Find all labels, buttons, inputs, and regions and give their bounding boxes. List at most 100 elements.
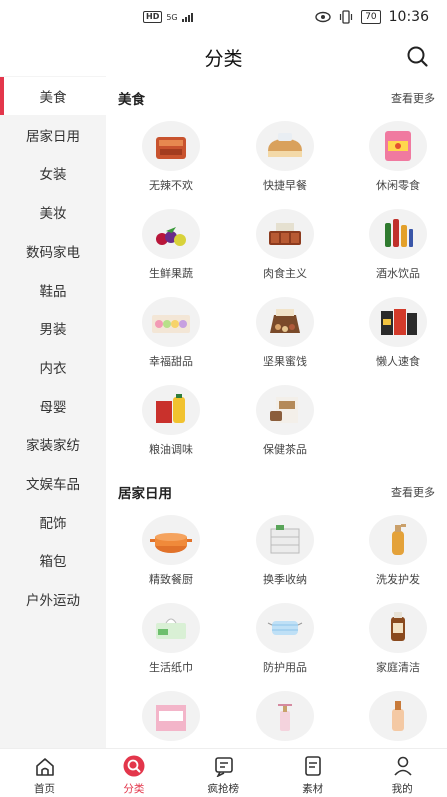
category-item[interactable]: 坚果蜜饯 <box>235 297 335 377</box>
drinks-icon <box>369 209 427 259</box>
category-label: 坚果蜜饯 <box>263 355 307 368</box>
nav-item[interactable]: 分类 <box>89 755 178 795</box>
sidebar-item[interactable]: 美食 <box>0 77 106 115</box>
category-item[interactable]: 无辣不欢 <box>121 121 221 201</box>
tea-icon <box>256 385 314 435</box>
spicy-snack-icon <box>142 121 200 171</box>
sidebar-item[interactable]: 鞋品 <box>0 271 106 309</box>
category-item[interactable]: 酒水饮品 <box>348 209 447 289</box>
nav-item[interactable]: 疯抢榜 <box>179 755 268 795</box>
category-item[interactable]: 肉食主义 <box>235 209 335 289</box>
nav-label: 我的 <box>391 783 413 795</box>
sidebar-item-label: 配饰 <box>39 515 67 532</box>
sidebar-item[interactable]: 家装家纺 <box>0 425 106 463</box>
ranking-icon <box>213 755 235 778</box>
battery-indicator: 70 <box>361 10 381 24</box>
sidebar-item-label: 母婴 <box>39 399 67 416</box>
search-button[interactable] <box>405 44 431 70</box>
home-icon <box>34 755 56 777</box>
sidebar-item[interactable]: 母婴 <box>0 387 106 425</box>
sidebar-item[interactable]: 男装 <box>0 309 106 347</box>
oil-rice-icon <box>142 385 200 435</box>
nav-item[interactable]: 首页 <box>0 755 89 795</box>
category-label: 无辣不欢 <box>149 179 193 192</box>
macaron-icon <box>142 297 200 347</box>
pad-icon <box>142 691 200 741</box>
cleaner-icon <box>369 603 427 653</box>
sidebar-item[interactable]: 配饰 <box>0 503 106 541</box>
sidebar-item[interactable]: 文娱车品 <box>0 464 106 502</box>
category-item[interactable]: 换季收纳 <box>235 515 335 595</box>
category-label: 粮油调味 <box>149 443 193 456</box>
category-label: 休闲零食 <box>376 179 420 192</box>
category-item[interactable]: 快捷早餐 <box>235 121 335 201</box>
snack-bag-icon <box>369 121 427 171</box>
see-more-link[interactable]: 查看更多 <box>391 484 435 500</box>
clock: 10:36 <box>388 9 429 25</box>
category-item[interactable] <box>348 691 447 748</box>
category-label: 换季收纳 <box>263 573 307 586</box>
category-label: 酒水饮品 <box>376 267 420 280</box>
sidebar-item-label: 女装 <box>39 167 67 184</box>
status-bar: HD 5G 70 10:36 <box>0 0 447 38</box>
category-label: 生活纸巾 <box>149 661 193 674</box>
category-label: 精致餐厨 <box>149 573 193 586</box>
category-item[interactable]: 生鲜果蔬 <box>121 209 221 289</box>
nav-item[interactable]: 素材 <box>268 755 357 795</box>
category-label: 幸福甜品 <box>149 355 193 368</box>
sidebar-item[interactable]: 居家日用 <box>0 116 106 154</box>
nav-item[interactable]: 我的 <box>358 755 447 795</box>
category-icon <box>123 755 145 777</box>
nav-label: 分类 <box>123 783 145 795</box>
search-icon <box>407 46 428 67</box>
category-item[interactable]: 防护用品 <box>235 603 335 683</box>
sidebar-item-label: 美食 <box>39 90 67 106</box>
sidebar-item[interactable]: 美妆 <box>0 193 106 231</box>
category-item[interactable]: 生活纸巾 <box>121 603 221 683</box>
fruit-icon <box>142 209 200 259</box>
storage-box-icon <box>256 515 314 565</box>
category-item[interactable]: 幸福甜品 <box>121 297 221 377</box>
sidebar-item[interactable]: 箱包 <box>0 541 106 579</box>
category-label: 洗发护发 <box>376 573 420 586</box>
category-item[interactable]: 家庭清洁 <box>348 603 447 683</box>
lotion-icon <box>369 691 427 741</box>
sidebar-item-label: 户外运动 <box>26 593 80 610</box>
category-item[interactable]: 休闲零食 <box>348 121 447 201</box>
vibrate-icon <box>340 10 353 24</box>
header: 分类 <box>0 38 447 76</box>
sidebar-item[interactable]: 数码家电 <box>0 232 106 270</box>
bottom-nav: 首页 分类 疯抢榜 素材 我的 <box>0 748 447 797</box>
sidebar-item[interactable]: 内衣 <box>0 348 106 386</box>
sidebar-item-label: 男装 <box>39 322 67 339</box>
sidebar-item-label: 鞋品 <box>39 283 67 300</box>
meat-icon <box>256 209 314 259</box>
fragrance-icon <box>256 691 314 741</box>
pot-icon <box>142 515 200 565</box>
mask-icon <box>256 603 314 653</box>
nav-label: 疯抢榜 <box>207 783 240 795</box>
category-item[interactable]: 保健茶品 <box>235 385 335 465</box>
sidebar-item[interactable]: 女装 <box>0 154 106 192</box>
category-item[interactable] <box>121 691 221 748</box>
bread-icon <box>256 121 314 171</box>
category-item[interactable]: 洗发护发 <box>348 515 447 595</box>
system-status: 70 10:36 <box>315 9 429 25</box>
category-label: 快捷早餐 <box>263 179 307 192</box>
sidebar-item-label: 家装家纺 <box>26 438 80 455</box>
see-more-link[interactable]: 查看更多 <box>391 90 435 106</box>
section-title: 美食 <box>118 92 145 108</box>
sidebar-item-label: 文娱车品 <box>26 477 80 493</box>
category-label: 保健茶品 <box>263 443 307 456</box>
category-item[interactable]: 懒人速食 <box>348 297 447 377</box>
category-item[interactable]: 粮油调味 <box>121 385 221 465</box>
sidebar-item[interactable]: 户外运动 <box>0 580 106 618</box>
category-item[interactable] <box>235 691 335 748</box>
category-content: 美食 查看更多 无辣不欢 快捷早餐 休闲零食 生鲜果蔬 肉食主义 酒水饮品 幸福甜品 坚果蜜饯 懒人… <box>106 76 447 748</box>
category-label: 防护用品 <box>263 661 307 674</box>
material-icon <box>302 755 324 777</box>
category-item[interactable]: 精致餐厨 <box>121 515 221 595</box>
page-title: 分类 <box>204 48 243 70</box>
sidebar-item-label: 美妆 <box>39 206 67 223</box>
nuts-icon <box>256 297 314 347</box>
